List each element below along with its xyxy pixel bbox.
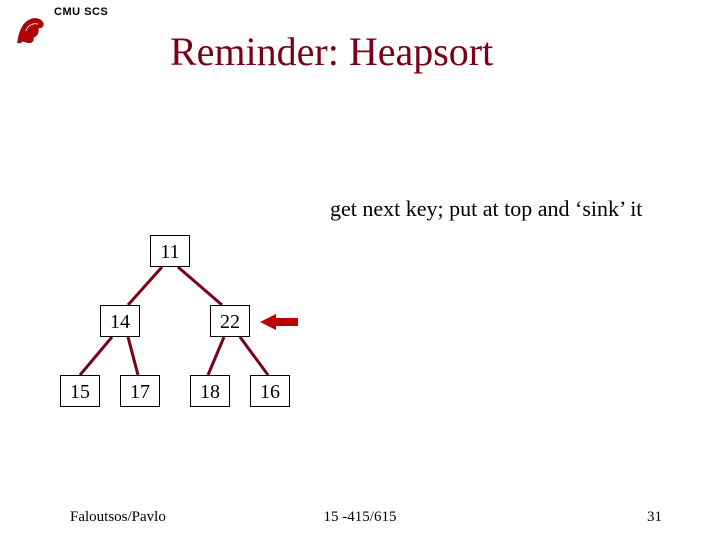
node-lr: 17: [120, 375, 160, 407]
node-root: 11: [150, 235, 190, 267]
node-rr: 16: [250, 375, 290, 407]
slide-title: Reminder: Heapsort: [170, 28, 493, 75]
description-text: get next key; put at top and ‘sink’ it: [330, 196, 642, 222]
node-ll: 15: [60, 375, 100, 407]
footer-course: 15 -415/615: [0, 509, 720, 526]
cmu-scotty-icon: [14, 14, 48, 48]
arrow-left-icon: [260, 312, 300, 337]
tree-edges: [50, 230, 370, 460]
node-rl: 18: [190, 375, 230, 407]
node-left: 14: [100, 305, 140, 337]
footer-page-number: 31: [647, 509, 662, 526]
heap-tree: 11 14 22 15 17 18 16: [50, 230, 370, 460]
slide: CMU SCS Reminder: Heapsort get next key;…: [0, 0, 720, 540]
org-label: CMU SCS: [54, 6, 108, 18]
node-right: 22: [210, 305, 250, 337]
